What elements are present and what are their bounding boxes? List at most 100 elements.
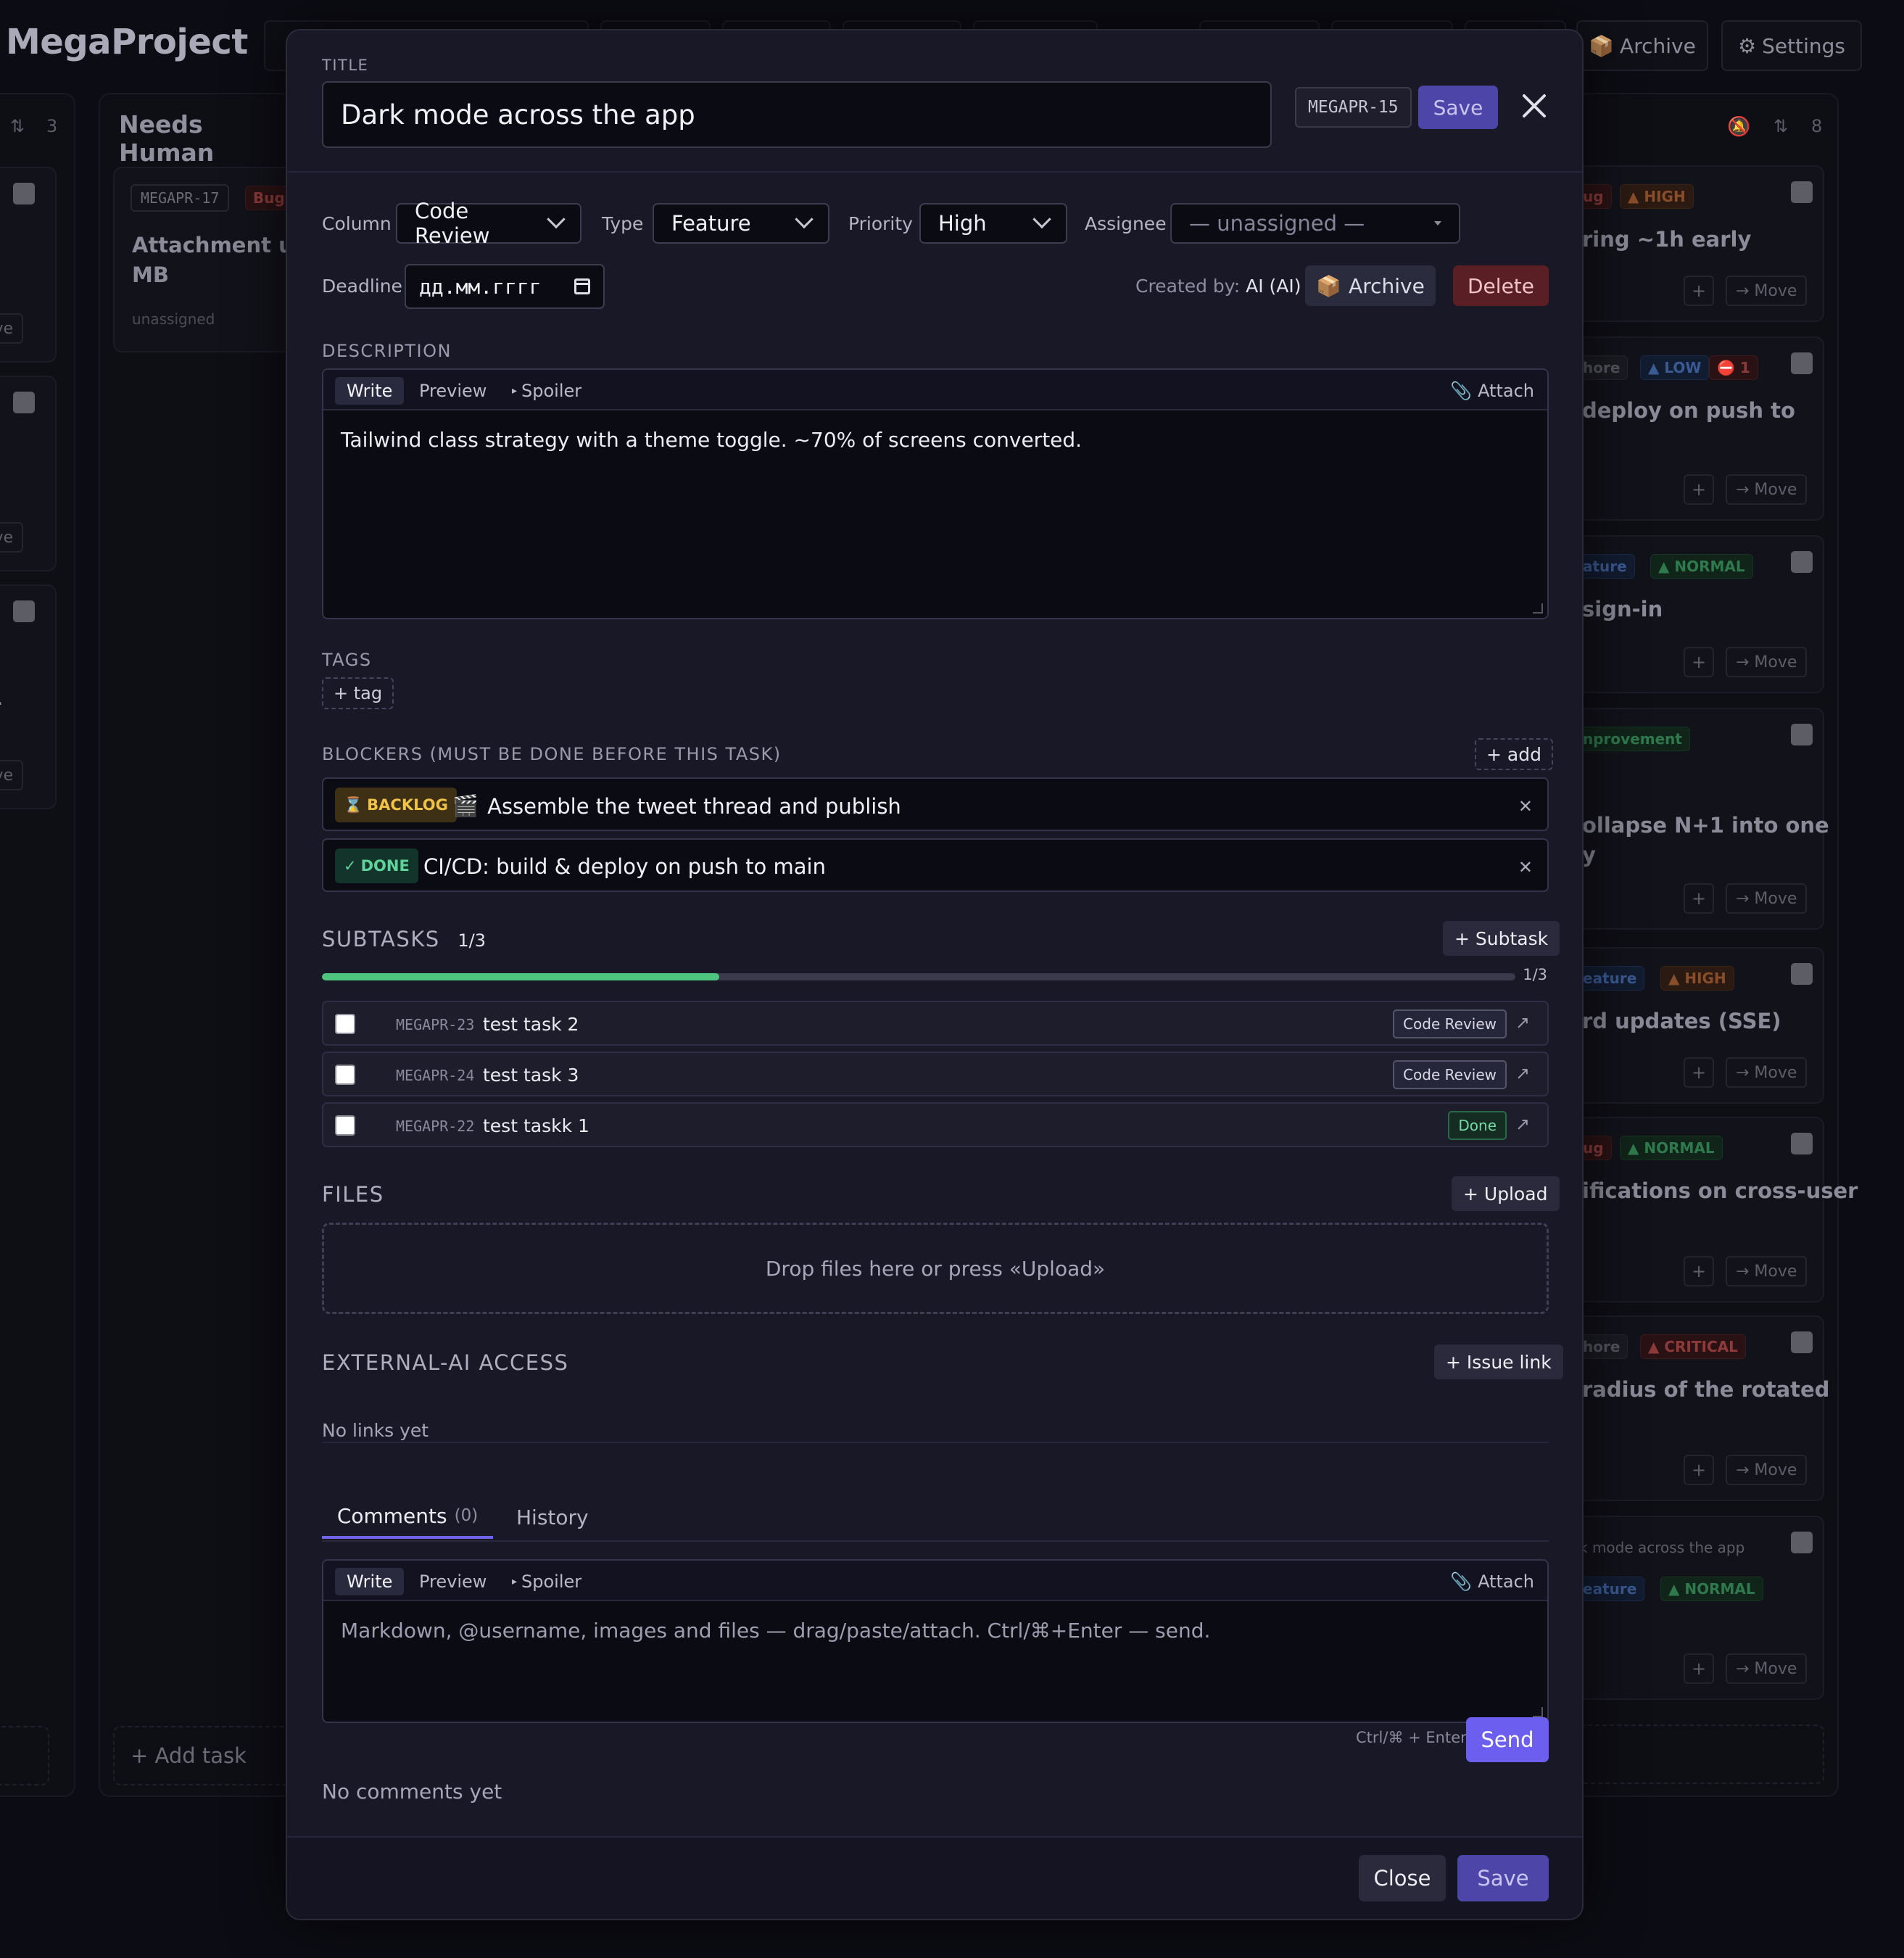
subtask-title[interactable]: test taskk 1 [483,1115,589,1136]
resize-handle[interactable] [1533,603,1543,614]
preview-tab[interactable]: Preview [419,377,487,405]
open-arrow-icon[interactable]: ↗ [1515,1114,1530,1134]
task-card[interactable]: MEGAPR-17 Bug Attachment uplo MB unassig… [113,167,330,352]
add-task-slot[interactable] [0,1726,49,1785]
tab-comments[interactable]: Comments (0) [322,1495,493,1539]
subtask-checkbox[interactable] [335,1065,355,1085]
subtask-row[interactable]: MEGAPR-23 test task 2 Code Review ↗ [322,1001,1549,1046]
card-checkbox[interactable] [1791,352,1813,374]
card-checkbox[interactable] [1791,1133,1813,1154]
subtask-checkbox[interactable] [335,1115,355,1136]
open-arrow-icon[interactable]: ↗ [1515,1012,1530,1033]
add-icon[interactable]: + [1684,1455,1714,1485]
subtask-title[interactable]: test task 2 [483,1014,579,1035]
card-checkbox[interactable] [1791,963,1813,985]
card-checkbox[interactable] [1791,551,1813,573]
delete-button[interactable]: Delete [1453,265,1549,306]
add-icon[interactable]: + [1684,1057,1714,1088]
add-subtask-button[interactable]: + Subtask [1443,921,1560,956]
assignee-select[interactable]: — unassigned — [1170,203,1460,244]
tab-history[interactable]: History [516,1495,589,1539]
spoiler-button[interactable]: ▸ Spoiler [512,1568,581,1595]
task-card[interactable]: ug ▲ NORMAL ifications on cross-user + → Mov… [1573,1117,1858,1302]
task-card[interactable]: — ove [0,584,57,809]
send-button[interactable]: Send [1466,1717,1549,1762]
move-button[interactable]: ove [0,760,24,790]
subtask-row[interactable]: MEGAPR-22 test taskk 1 Done ↗ [322,1102,1549,1147]
title-input[interactable]: Dark mode across the app [322,81,1272,148]
card-checkbox[interactable] [13,392,35,413]
blocker-row[interactable]: ⌛ BACKLOG 🎬 Assemble the tweet thread an… [322,777,1549,831]
sort-icon[interactable]: ⇅ [10,116,25,136]
archive-button[interactable]: 📦 Archive [1305,265,1436,306]
close-icon[interactable] [1512,84,1556,128]
add-task-slot[interactable] [1573,1724,1824,1784]
subtask-title[interactable]: test task 3 [483,1065,579,1086]
file-drop-zone[interactable]: Drop files here or press «Upload» [322,1223,1549,1314]
add-blocker-button[interactable]: + add [1475,738,1553,770]
remove-icon[interactable]: ✕ [1518,857,1533,877]
task-card[interactable]: d ove [0,376,57,571]
save-button-top[interactable]: Save [1418,86,1498,129]
move-button[interactable]: → Move [1726,1256,1808,1286]
settings-button[interactable]: ⚙ Settings [1721,20,1862,71]
subtask-row[interactable]: MEGAPR-24 test task 3 Code Review ↗ [322,1052,1549,1096]
add-icon[interactable]: + [1684,1256,1714,1286]
comment-textarea[interactable]: Markdown, @username, images and files — … [341,1619,1210,1643]
card-checkbox[interactable] [1791,1532,1813,1553]
description-textarea[interactable]: Tailwind class strategy with a theme tog… [341,428,1082,452]
save-button[interactable]: Save [1457,1855,1549,1901]
issue-link-button[interactable]: + Issue link [1434,1344,1563,1379]
move-button[interactable]: → Move [1726,1653,1808,1684]
add-task-button[interactable]: + Add task [131,1743,247,1768]
card-checkbox[interactable] [13,600,35,622]
move-button[interactable]: → Move [1726,474,1808,505]
card-checkbox[interactable] [1791,1331,1813,1353]
archive-toolbar-button[interactable]: 📦 Archive [1576,20,1708,71]
open-arrow-icon[interactable]: ↗ [1515,1063,1530,1083]
move-button[interactable]: → Move [1726,647,1808,677]
spoiler-button[interactable]: ▸ Spoiler [512,377,581,405]
type-select[interactable]: Feature [653,203,829,244]
attach-button[interactable]: 📎 Attach [1450,1568,1534,1595]
move-button[interactable]: → Move [1726,276,1808,306]
column-select[interactable]: Code Review [396,199,581,248]
remove-icon[interactable]: ✕ [1518,796,1533,817]
attach-button[interactable]: 📎 Attach [1450,377,1534,405]
sort-icon[interactable]: ⇅ [1773,116,1788,136]
blocker-row[interactable]: ✓ DONE CI/CD: build & deploy on push to … [322,838,1549,892]
task-card[interactable]: hore ▲ CRITICAL radius of the rotated + → Mo… [1573,1315,1829,1501]
bell-icon[interactable]: 🔕 [1727,116,1750,138]
add-tag-button[interactable]: + tag [322,677,394,709]
card-checkbox[interactable] [1791,724,1813,745]
card-checkbox[interactable] [13,183,35,205]
upload-button[interactable]: + Upload [1452,1176,1560,1211]
task-card[interactable]: nprovement ollapse N+1 into one y + → Move [1573,708,1829,930]
task-card[interactable]: ug ▲ HIGH ring ~1h early + → Move [1573,165,1824,322]
task-card[interactable]: hore ▲ LOW ⛔ 1 deploy on push to + → Move [1573,336,1824,521]
add-icon[interactable]: + [1684,276,1714,306]
move-button[interactable]: ove [0,522,24,553]
move-button[interactable]: → Move [1726,883,1808,914]
deadline-input[interactable]: дд.мм.гггг [405,264,605,309]
priority-select[interactable]: High [919,203,1067,244]
write-tab[interactable]: Write [335,377,405,405]
add-icon[interactable]: + [1684,647,1714,677]
move-button[interactable]: ove [0,313,24,344]
task-card[interactable]: ove [0,167,57,363]
task-card[interactable]: ature ▲ NORMAL sign-in + → Move [1573,535,1824,693]
write-tab[interactable]: Write [335,1568,405,1595]
calendar-icon[interactable] [574,278,590,294]
preview-tab[interactable]: Preview [419,1568,487,1595]
move-button[interactable]: → Move [1726,1057,1808,1088]
resize-handle[interactable] [1533,1707,1543,1717]
add-icon[interactable]: + [1684,474,1714,505]
task-card[interactable]: eature ▲ NORMAL k mode across the app + → Mo… [1573,1516,1824,1700]
card-checkbox[interactable] [1791,181,1813,203]
move-button[interactable]: → Move [1726,1455,1808,1485]
subtask-checkbox[interactable] [335,1014,355,1034]
add-icon[interactable]: + [1684,1653,1714,1684]
task-card[interactable]: eature ▲ HIGH rd updates (SSE) + → Move [1573,947,1824,1104]
add-icon[interactable]: + [1684,883,1714,914]
close-button[interactable]: Close [1359,1855,1446,1901]
